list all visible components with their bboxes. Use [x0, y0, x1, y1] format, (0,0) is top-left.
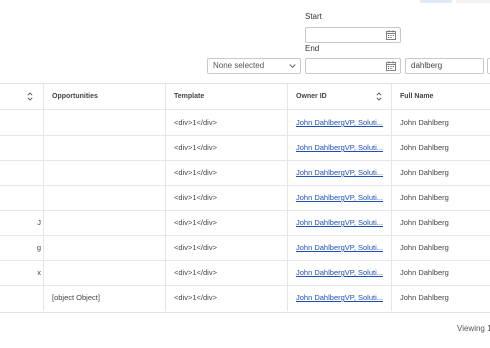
first-cell: g [0, 235, 44, 260]
table-header: Opportunities Template Owner ID Full Nam… [0, 84, 490, 110]
template-cell: <div>1</div> [166, 210, 288, 235]
template-cell: <div>1</div> [166, 260, 288, 285]
full-name-cell: John Dahlberg [400, 118, 449, 127]
first-cell [0, 285, 44, 311]
owner-link[interactable]: John DahlbergVP, Soluti... [296, 218, 383, 227]
opportunities-cell [44, 160, 166, 185]
owner-id-cell: John DahlbergVP, Soluti... [288, 260, 392, 285]
sort-icon[interactable] [27, 92, 33, 101]
table-row: [object Object] <div>1</div> John Dahlbe… [0, 285, 490, 311]
start-date-field[interactable] [305, 27, 401, 43]
template-cell: <div>1</div> [166, 235, 288, 260]
owner-id-cell: John DahlbergVP, Soluti... [288, 110, 392, 135]
full-name-cell: John Dahlberg [400, 268, 449, 277]
full-name-cell: John Dahlberg [400, 243, 449, 252]
opportunities-cell: [object Object] [44, 285, 166, 311]
table-row: <div>1</div> John DahlbergVP, Soluti... … [0, 135, 490, 161]
owner-link[interactable]: John DahlbergVP, Soluti... [296, 143, 383, 152]
calendar-icon[interactable] [386, 30, 396, 40]
chevron-down-icon [289, 64, 296, 69]
owner-link[interactable]: John DahlbergVP, Soluti... [296, 243, 383, 252]
first-cell [0, 185, 44, 210]
template-cell: <div>1</div> [166, 110, 288, 135]
owner-link[interactable]: John DahlbergVP, Soluti... [296, 118, 383, 127]
filter-select-value: None selected [213, 61, 265, 70]
column-header-full-name[interactable]: Full Name [392, 84, 490, 109]
owner-link[interactable]: John DahlbergVP, Soluti... [296, 168, 383, 177]
table-row: <div>1</div> John DahlbergVP, Soluti... … [0, 160, 490, 186]
opportunities-cell [44, 210, 166, 235]
owner-id-cell: John DahlbergVP, Soluti... [288, 210, 392, 235]
calendar-icon[interactable] [386, 61, 396, 71]
owner-id-cell: John DahlbergVP, Soluti... [288, 185, 392, 210]
first-cell [0, 160, 44, 185]
filter-select[interactable]: None selected [207, 58, 301, 74]
template-cell: <div>1</div> [166, 285, 288, 311]
full-name-cell: John Dahlberg [400, 218, 449, 227]
column-header-owner-id[interactable]: Owner ID [288, 84, 392, 109]
end-date-label: End [305, 44, 320, 53]
pagination-status: Viewing 1-8 [457, 324, 490, 333]
column-header-template[interactable]: Template [166, 84, 288, 109]
first-cell [0, 110, 44, 135]
owner-id-cell: John DahlbergVP, Soluti... [288, 160, 392, 185]
opportunities-cell [44, 235, 166, 260]
template-cell: <div>1</div> [166, 185, 288, 210]
table-row: x <div>1</div> John DahlbergVP, Soluti..… [0, 260, 490, 286]
secondary-action-button[interactable] [456, 0, 490, 3]
template-cell: <div>1</div> [166, 135, 288, 160]
data-grid: Opportunities Template Owner ID Full Nam… [0, 83, 490, 313]
primary-action-button[interactable] [420, 0, 452, 3]
owner-link[interactable]: John DahlbergVP, Soluti... [296, 268, 383, 277]
opportunities-cell [44, 110, 166, 135]
end-date-field[interactable] [305, 58, 401, 74]
owner-link[interactable]: John DahlbergVP, Soluti... [296, 193, 383, 202]
full-name-cell: John Dahlberg [400, 293, 449, 302]
full-name-cell: John Dahlberg [400, 143, 449, 152]
column-header-opportunities[interactable]: Opportunities [44, 84, 166, 109]
first-cell: x [0, 260, 44, 285]
full-name-cell: John Dahlberg [400, 193, 449, 202]
owner-id-cell: John DahlbergVP, Soluti... [288, 135, 392, 160]
start-date-label: Start [305, 12, 322, 21]
column-header-first[interactable] [0, 84, 44, 109]
owner-link[interactable]: John DahlbergVP, Soluti... [296, 293, 383, 302]
table-row: J <div>1</div> John DahlbergVP, Soluti..… [0, 210, 490, 236]
owner-id-cell: John DahlbergVP, Soluti... [288, 285, 392, 311]
table-row: <div>1</div> John DahlbergVP, Soluti... … [0, 185, 490, 211]
template-cell: <div>1</div> [166, 160, 288, 185]
full-name-cell: John Dahlberg [400, 168, 449, 177]
owner-id-cell: John DahlbergVP, Soluti... [288, 235, 392, 260]
table-row: g <div>1</div> John DahlbergVP, Soluti..… [0, 235, 490, 261]
search-input[interactable]: dahlberg [405, 58, 484, 74]
opportunities-cell [44, 135, 166, 160]
table-row: <div>1</div> John DahlbergVP, Soluti... … [0, 110, 490, 136]
first-cell: J [0, 210, 44, 235]
first-cell [0, 135, 44, 160]
opportunities-cell [44, 260, 166, 285]
opportunities-cell [44, 185, 166, 210]
sort-icon[interactable] [376, 92, 382, 101]
